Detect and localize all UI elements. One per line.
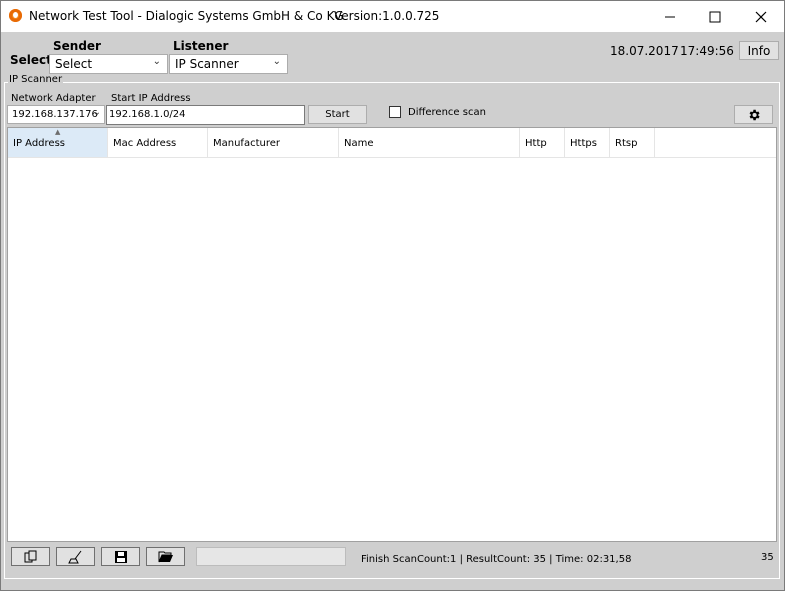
difference-scan-label: Difference scan bbox=[408, 107, 486, 118]
column-header-label: Https bbox=[570, 138, 597, 149]
date-display: 18.07.2017 bbox=[610, 44, 679, 58]
gear-icon bbox=[749, 109, 760, 120]
network-adapter-label: Network Adapter bbox=[11, 93, 96, 104]
start-ip-value: 192.168.1.0/24 bbox=[109, 109, 186, 120]
time-display: 17:49:56 bbox=[680, 44, 734, 58]
copy-button[interactable] bbox=[11, 547, 50, 566]
ip-scanner-group-title: IP Scanner bbox=[8, 74, 64, 85]
column-header-http[interactable]: Http bbox=[520, 128, 565, 157]
column-header-name[interactable]: Name bbox=[339, 128, 520, 157]
listener-label: Listener bbox=[173, 39, 229, 53]
scan-progress-bar bbox=[196, 547, 346, 566]
column-header-ip-address[interactable]: ▲ IP Address bbox=[8, 128, 108, 157]
open-folder-icon bbox=[158, 551, 173, 563]
column-header-label: Rtsp bbox=[615, 138, 638, 149]
sender-dropdown[interactable]: Select ⌄ bbox=[49, 54, 168, 74]
column-header-label: IP Address bbox=[13, 138, 65, 149]
close-button[interactable] bbox=[738, 1, 784, 32]
window-title: Network Test Tool - Dialogic Systems Gmb… bbox=[29, 9, 344, 23]
clear-brush-icon bbox=[67, 550, 81, 563]
column-header-manufacturer[interactable]: Manufacturer bbox=[208, 128, 339, 157]
difference-scan-checkbox[interactable] bbox=[389, 106, 401, 118]
network-adapter-dropdown[interactable]: 192.168.137.176 ⌄ bbox=[7, 105, 105, 124]
version-label: Version:1.0.0.725 bbox=[334, 9, 440, 23]
app-window: Network Test Tool - Dialogic Systems Gmb… bbox=[0, 0, 785, 591]
column-header-label: Mac Address bbox=[113, 138, 177, 149]
start-button[interactable]: Start bbox=[308, 105, 367, 124]
close-icon bbox=[755, 11, 767, 22]
results-grid[interactable]: ▲ IP Address Mac Address Manufacturer Na… bbox=[7, 127, 777, 542]
listener-value: IP Scanner bbox=[175, 57, 239, 71]
chevron-down-icon: ⌄ bbox=[152, 56, 161, 67]
column-header-rtsp[interactable]: Rtsp bbox=[610, 128, 655, 157]
result-count: 35 bbox=[761, 552, 774, 563]
chevron-down-icon: ⌄ bbox=[92, 107, 101, 118]
minimize-button[interactable] bbox=[647, 1, 693, 32]
save-button[interactable] bbox=[101, 547, 140, 566]
maximize-icon bbox=[709, 11, 721, 22]
sender-value: Select bbox=[55, 57, 93, 71]
grid-header: ▲ IP Address Mac Address Manufacturer Na… bbox=[8, 128, 776, 158]
minimize-icon bbox=[665, 16, 675, 17]
maximize-button[interactable] bbox=[692, 1, 738, 32]
start-ip-label: Start IP Address bbox=[111, 93, 191, 104]
column-header-https[interactable]: Https bbox=[565, 128, 610, 157]
scan-status-text: Finish ScanCount:1 | ResultCount: 35 | T… bbox=[361, 554, 632, 565]
title-bar: Network Test Tool - Dialogic Systems Gmb… bbox=[1, 1, 784, 32]
listener-dropdown[interactable]: IP Scanner ⌄ bbox=[169, 54, 288, 74]
copy-icon bbox=[24, 550, 36, 562]
app-logo-icon bbox=[9, 9, 22, 22]
chevron-down-icon: ⌄ bbox=[272, 56, 281, 67]
info-button[interactable]: Info bbox=[739, 41, 779, 60]
start-ip-input[interactable]: 192.168.1.0/24 bbox=[106, 105, 305, 125]
column-header-mac-address[interactable]: Mac Address bbox=[108, 128, 208, 157]
sort-ascending-icon: ▲ bbox=[55, 128, 61, 136]
column-header-label: Name bbox=[344, 138, 374, 149]
save-icon bbox=[114, 550, 127, 563]
open-button[interactable] bbox=[146, 547, 185, 566]
clear-button[interactable] bbox=[56, 547, 95, 566]
settings-button[interactable] bbox=[734, 105, 773, 124]
column-header-label: Manufacturer bbox=[213, 138, 280, 149]
sender-label: Sender bbox=[53, 39, 101, 53]
select-label: Select bbox=[10, 53, 52, 67]
column-header-label: Http bbox=[525, 138, 547, 149]
network-adapter-value: 192.168.137.176 bbox=[12, 109, 98, 120]
